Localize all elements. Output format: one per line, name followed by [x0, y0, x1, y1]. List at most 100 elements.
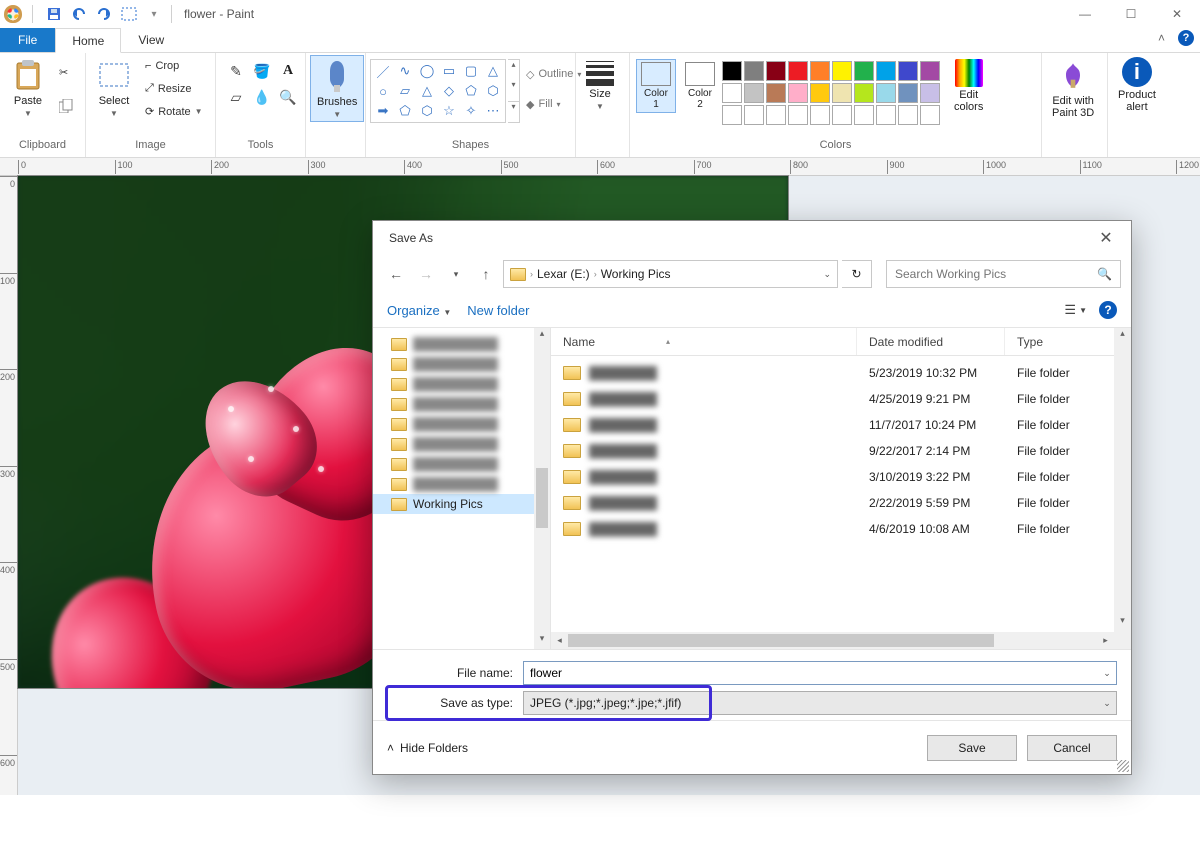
palette-color[interactable]	[920, 61, 940, 81]
pencil-tool-icon[interactable]: ✎	[224, 59, 248, 83]
scroll-up-icon[interactable]: ▴	[1114, 328, 1131, 345]
cancel-button[interactable]: Cancel	[1027, 735, 1117, 761]
palette-color[interactable]	[766, 83, 786, 103]
cut-button[interactable]: ✂	[55, 62, 77, 82]
scroll-up-icon[interactable]: ▴	[534, 328, 550, 344]
bucket-tool-icon[interactable]: 🪣	[250, 59, 274, 83]
palette-color[interactable]	[920, 83, 940, 103]
shape-outline-button[interactable]: ◇Outline ▾	[526, 68, 581, 81]
edit-paint3d-button[interactable]: Edit with Paint 3D	[1046, 55, 1100, 121]
filename-dropdown-icon[interactable]: ⌄	[1098, 668, 1116, 679]
magnifier-tool-icon[interactable]: 🔍	[276, 85, 300, 109]
brushes-button[interactable]: Brushes ▼	[310, 55, 364, 122]
palette-color[interactable]	[832, 83, 852, 103]
palette-color[interactable]	[810, 105, 830, 125]
eyedropper-tool-icon[interactable]: 💧	[250, 85, 274, 109]
eraser-tool-icon[interactable]: ▱	[224, 85, 248, 109]
palette-color[interactable]	[832, 105, 852, 125]
tab-view[interactable]: View	[121, 28, 181, 52]
breadcrumb-folder[interactable]: Working Pics	[601, 267, 671, 281]
palette-color[interactable]	[722, 61, 742, 81]
hide-folders-button[interactable]: ˄Hide Folders	[387, 741, 468, 755]
palette-color[interactable]	[766, 105, 786, 125]
tree-item[interactable]: ██████████	[373, 474, 550, 494]
palette-color[interactable]	[722, 83, 742, 103]
window-minimize-button[interactable]: —	[1062, 0, 1108, 28]
scroll-thumb[interactable]	[536, 468, 548, 528]
nav-back-button[interactable]: ←	[383, 261, 409, 287]
list-item[interactable]: ████████4/6/2019 10:08 AMFile folder	[551, 516, 1131, 542]
qat-customize-icon[interactable]: ▾	[143, 3, 165, 25]
nav-up-button[interactable]: ↑	[473, 261, 499, 287]
list-item[interactable]: ████████2/22/2019 5:59 PMFile folder	[551, 490, 1131, 516]
list-scrollbar-horizontal[interactable]: ◂ ▸	[551, 632, 1114, 649]
window-close-button[interactable]: ✕	[1154, 0, 1200, 28]
scroll-down-icon[interactable]: ▾	[534, 633, 550, 649]
palette-color[interactable]	[898, 105, 918, 125]
product-alert-button[interactable]: i Product alert	[1112, 55, 1162, 115]
tree-item-selected[interactable]: Working Pics	[373, 494, 550, 514]
column-header-type[interactable]: Type	[1005, 328, 1131, 355]
help-icon[interactable]: ?	[1178, 30, 1194, 46]
crop-button[interactable]: ⌐Crop	[141, 56, 207, 76]
shapes-more-icon[interactable]: ▾	[508, 101, 519, 122]
search-input[interactable]	[895, 267, 1097, 281]
palette-color[interactable]	[920, 105, 940, 125]
tree-item[interactable]: ██████████	[373, 374, 550, 394]
tree-item[interactable]: ██████████	[373, 354, 550, 374]
resize-button[interactable]: ⤢Resize	[141, 79, 207, 99]
ribbon-collapse-icon[interactable]: ˄	[1158, 31, 1165, 45]
palette-color[interactable]	[898, 83, 918, 103]
palette-color[interactable]	[722, 105, 742, 125]
text-tool-icon[interactable]: A	[276, 59, 300, 83]
list-item[interactable]: ████████11/7/2017 10:24 PMFile folder	[551, 412, 1131, 438]
color-palette[interactable]	[722, 57, 940, 125]
column-header-date[interactable]: Date modified	[857, 328, 1005, 355]
rotate-button[interactable]: ⟳Rotate ▼	[141, 102, 207, 122]
tree-item[interactable]: ██████████	[373, 394, 550, 414]
filetype-dropdown[interactable]: JPEG (*.jpg;*.jpeg;*.jpe;*.jfif) ⌄	[523, 691, 1117, 715]
resize-grip-icon[interactable]	[1117, 760, 1129, 772]
column-header-name[interactable]: Name▴	[551, 328, 857, 355]
palette-color[interactable]	[876, 61, 896, 81]
palette-color[interactable]	[810, 83, 830, 103]
copy-button[interactable]	[55, 96, 77, 116]
filetype-dropdown-icon[interactable]: ⌄	[1098, 698, 1116, 709]
palette-color[interactable]	[832, 61, 852, 81]
palette-color[interactable]	[744, 83, 764, 103]
color2-button[interactable]: Color 2	[680, 59, 720, 113]
addr-dropdown-icon[interactable]: ⌄	[823, 269, 831, 280]
qat-save-icon[interactable]	[43, 3, 65, 25]
scroll-thumb[interactable]	[568, 634, 994, 647]
palette-color[interactable]	[788, 105, 808, 125]
tree-item[interactable]: ██████████	[373, 334, 550, 354]
list-item[interactable]: ████████4/25/2019 9:21 PMFile folder	[551, 386, 1131, 412]
tree-scrollbar[interactable]: ▴ ▾	[534, 328, 550, 649]
tab-file[interactable]: File	[0, 28, 55, 52]
palette-color[interactable]	[788, 83, 808, 103]
scroll-left-icon[interactable]: ◂	[551, 632, 568, 649]
shapes-gallery[interactable]: ／∿◯▭▢△ ○▱△◇⬠⬡ ➡⬠⬡☆✧⋯	[370, 59, 506, 123]
tree-item[interactable]: ██████████	[373, 454, 550, 474]
dialog-help-icon[interactable]: ?	[1099, 301, 1117, 319]
nav-forward-button[interactable]: →	[413, 261, 439, 287]
palette-color[interactable]	[854, 83, 874, 103]
refresh-button[interactable]: ↻	[842, 260, 872, 288]
size-button[interactable]: Size ▼	[580, 55, 620, 113]
folder-tree[interactable]: ████████████████████████████████████████…	[373, 328, 551, 649]
scroll-right-icon[interactable]: ▸	[1097, 632, 1114, 649]
shapes-scroll-down-icon[interactable]: ▾	[508, 80, 519, 100]
tab-home[interactable]: Home	[55, 28, 121, 53]
palette-color[interactable]	[766, 61, 786, 81]
palette-color[interactable]	[854, 61, 874, 81]
shape-fill-button[interactable]: ◆Fill ▾	[526, 98, 581, 111]
dialog-close-button[interactable]: ✕	[1091, 228, 1121, 248]
list-item[interactable]: ████████5/23/2019 10:32 PMFile folder	[551, 360, 1131, 386]
list-item[interactable]: ████████3/10/2019 3:22 PMFile folder	[551, 464, 1131, 490]
palette-color[interactable]	[876, 83, 896, 103]
palette-color[interactable]	[876, 105, 896, 125]
qat-marquee-icon[interactable]	[118, 3, 140, 25]
tree-item[interactable]: ██████████	[373, 434, 550, 454]
qat-redo-icon[interactable]	[93, 3, 115, 25]
palette-color[interactable]	[854, 105, 874, 125]
